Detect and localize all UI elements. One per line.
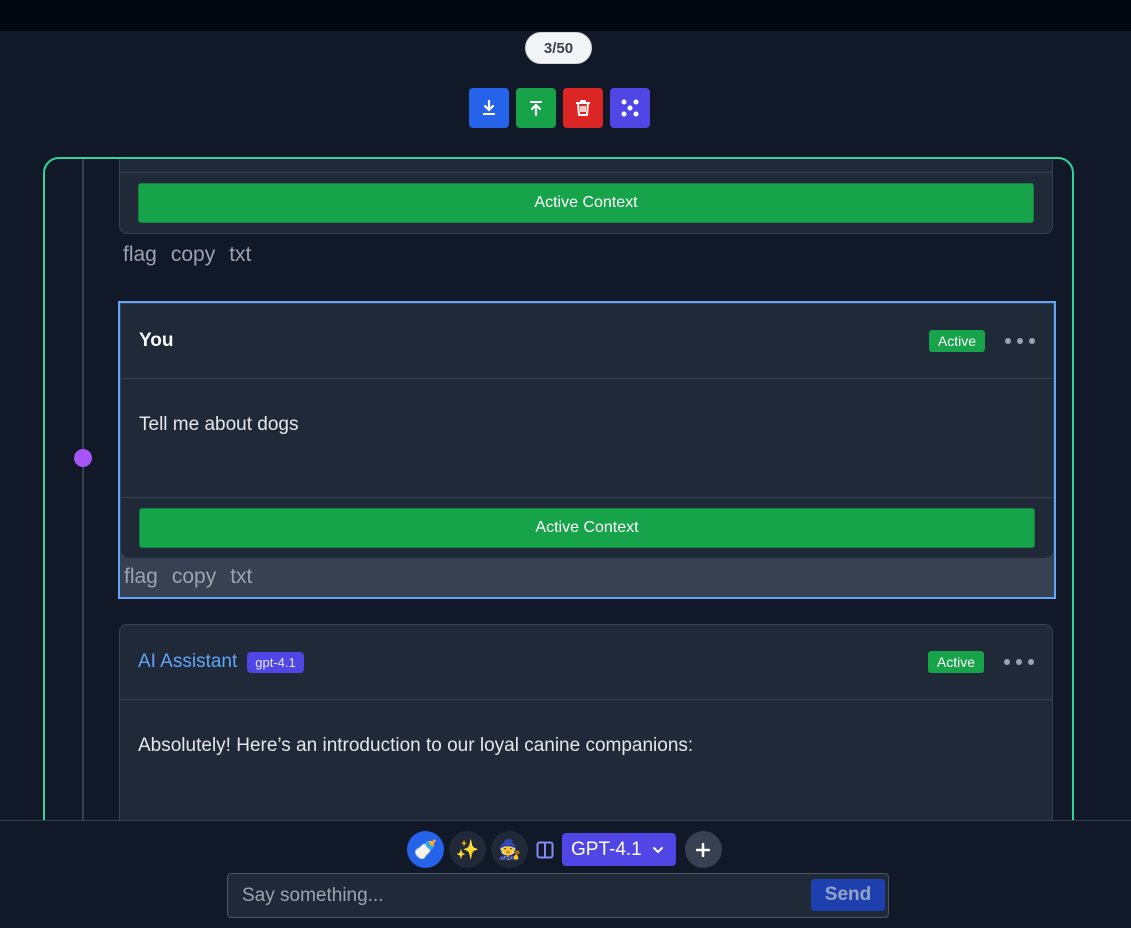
top-bar: [0, 0, 1131, 31]
copy-link[interactable]: copy: [171, 243, 215, 267]
message-header: AI Assistant gpt-4.1 Active: [120, 625, 1052, 700]
download-button[interactable]: [469, 88, 509, 128]
download-icon: [483, 99, 495, 115]
previous-message-card: Active Context: [119, 159, 1053, 234]
upload-icon: [530, 101, 542, 117]
sparkles-icon: ✨: [455, 839, 480, 861]
delete-button[interactable]: [563, 88, 603, 128]
conversation-thread: Active Context flag copy txt You Active …: [43, 157, 1074, 877]
selected-message[interactable]: You Active Tell me about dogs Active Con…: [118, 301, 1056, 599]
split-view-icon: [536, 841, 554, 858]
user-message-card: You Active Tell me about dogs Active Con…: [121, 304, 1053, 558]
timeline-node[interactable]: [74, 449, 92, 467]
thread-toolbar: [469, 88, 650, 128]
sender-name: AI Assistant: [138, 651, 238, 672]
model-badge: gpt-4.1: [247, 651, 304, 673]
message-body: Tell me about dogs: [139, 414, 299, 435]
chat-input[interactable]: [228, 874, 808, 917]
bottle-icon: 🍼: [413, 839, 438, 861]
more-options-icon[interactable]: [1005, 331, 1035, 351]
active-context-button[interactable]: Active Context: [139, 508, 1035, 548]
mode-wizard-button[interactable]: 🧙: [491, 831, 528, 868]
add-button[interactable]: [684, 831, 722, 868]
message-footer: Active Context: [121, 497, 1053, 558]
timeline-line: [82, 159, 84, 875]
branch-button[interactable]: [610, 88, 650, 128]
status-badge: Active: [927, 651, 984, 673]
flag-link[interactable]: flag: [123, 243, 157, 267]
chevron-down-icon: [652, 846, 663, 853]
composer-bar: 🍼 ✨ 🧙 GPT-4.1 Send: [0, 820, 1131, 928]
copy-link[interactable]: copy: [172, 565, 216, 589]
status-badge: Active: [928, 330, 985, 352]
upload-button[interactable]: [516, 88, 556, 128]
flag-link[interactable]: flag: [124, 565, 158, 589]
message-counter: 3/50: [525, 32, 592, 64]
more-options-icon[interactable]: [1004, 652, 1034, 672]
wizard-icon: 🧙: [497, 839, 522, 861]
mode-bottle-button[interactable]: 🍼: [407, 831, 444, 868]
chat-input-wrapper: Send: [227, 873, 889, 918]
trash-icon: [576, 100, 590, 116]
txt-link[interactable]: txt: [229, 243, 251, 267]
branch-icon: [621, 99, 639, 117]
active-context-button[interactable]: Active Context: [138, 183, 1034, 223]
message-actions: flag copy txt: [123, 243, 251, 267]
sender-name: You: [139, 330, 174, 351]
message-body: Absolutely! Here’s an introduction to ou…: [138, 735, 694, 756]
model-select[interactable]: GPT-4.1: [562, 833, 676, 866]
message-actions: flag copy txt: [124, 565, 252, 589]
txt-link[interactable]: txt: [230, 565, 252, 589]
split-view-button[interactable]: [533, 831, 557, 868]
model-select-value: GPT-4.1: [571, 838, 642, 860]
mode-sparkles-button[interactable]: ✨: [449, 831, 486, 868]
message-header: You Active: [121, 304, 1053, 379]
mode-selector: 🍼 ✨ 🧙 GPT-4.1: [407, 831, 722, 868]
send-button[interactable]: Send: [811, 879, 885, 911]
plus-icon: [696, 842, 711, 857]
